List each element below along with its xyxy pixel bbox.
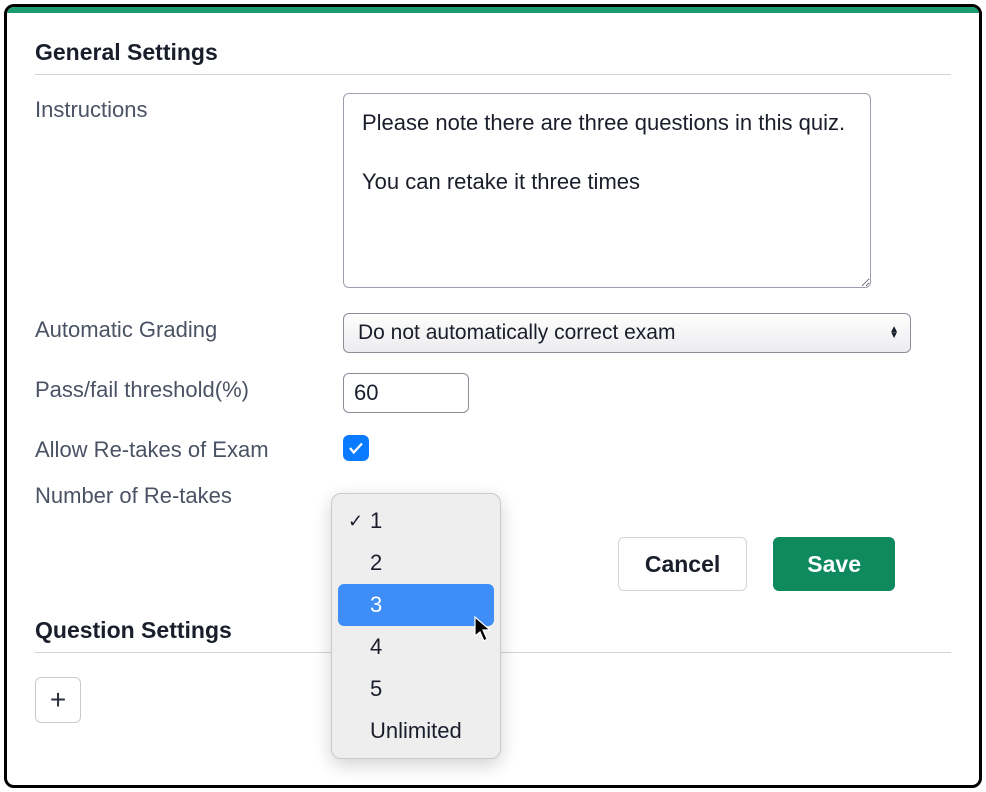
general-settings-heading: General Settings (35, 39, 951, 66)
checkmark-icon (347, 439, 365, 457)
retakes-option-label: 5 (370, 676, 382, 702)
label-automatic-grading: Automatic Grading (35, 313, 343, 343)
row-automatic-grading: Automatic Grading Do not automatically c… (35, 313, 951, 353)
retakes-option-label: 4 (370, 634, 382, 660)
divider (35, 74, 951, 75)
retakes-option-label: 1 (370, 508, 382, 534)
row-allow-retakes: Allow Re-takes of Exam (35, 433, 951, 463)
save-button[interactable]: Save (773, 537, 895, 591)
check-icon: ✓ (348, 511, 370, 532)
label-threshold: Pass/fail threshold(%) (35, 373, 343, 403)
instructions-textarea[interactable] (343, 93, 871, 288)
retakes-option-1[interactable]: ✓ 1 (338, 500, 494, 542)
label-allow-retakes: Allow Re-takes of Exam (35, 433, 343, 463)
automatic-grading-select-wrap[interactable]: Do not automatically correct exam ▲▼ (343, 313, 911, 353)
settings-panel: General Settings Instructions Automatic … (4, 4, 982, 788)
retakes-option-2[interactable]: 2 (338, 542, 494, 584)
plus-icon: + (50, 684, 66, 716)
retakes-option-label: 3 (370, 592, 382, 618)
label-instructions: Instructions (35, 93, 343, 123)
automatic-grading-select[interactable]: Do not automatically correct exam (343, 313, 911, 353)
retakes-option-5[interactable]: 5 (338, 668, 494, 710)
retakes-dropdown[interactable]: ✓ 1 2 3 4 5 Unlimited (331, 493, 501, 759)
retakes-option-unlimited[interactable]: Unlimited (338, 710, 494, 752)
row-threshold: Pass/fail threshold(%) (35, 373, 951, 413)
allow-retakes-checkbox[interactable] (343, 435, 369, 461)
label-number-retakes: Number of Re-takes (35, 479, 343, 509)
retakes-option-3[interactable]: 3 (338, 584, 494, 626)
add-question-button[interactable]: + (35, 677, 81, 723)
retakes-option-4[interactable]: 4 (338, 626, 494, 668)
automatic-grading-value: Do not automatically correct exam (358, 321, 675, 345)
row-instructions: Instructions (35, 93, 951, 293)
retakes-option-label: Unlimited (370, 718, 462, 744)
threshold-input[interactable] (343, 373, 469, 413)
cancel-button[interactable]: Cancel (618, 537, 747, 591)
retakes-option-label: 2 (370, 550, 382, 576)
